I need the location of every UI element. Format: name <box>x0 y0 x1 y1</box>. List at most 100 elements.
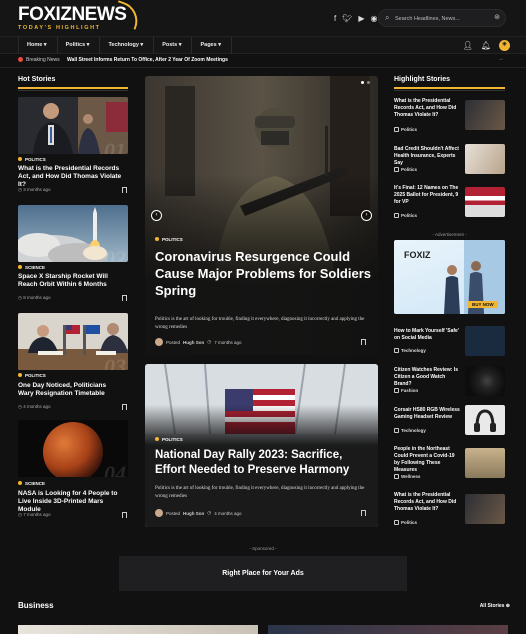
post-date: ◷ 8 months ago <box>18 295 51 300</box>
section-divider <box>18 87 128 89</box>
post-meta: Posted Hugh Son ◷ 4 months ago <box>155 509 241 517</box>
hot-story-image[interactable]: 02 <box>18 205 128 262</box>
advertisement-banner[interactable]: FOXIZ BUY NOW <box>394 240 505 314</box>
hot-story-title[interactable]: What is the Presidential Records Act, an… <box>18 165 123 189</box>
bookmark-icon[interactable] <box>122 404 127 410</box>
post-date: 4 months ago <box>214 510 242 516</box>
category-label[interactable]: Politics <box>394 213 417 218</box>
ticker-next-icon[interactable]: → <box>498 56 504 62</box>
highlight-story-title[interactable]: Citizen Watches Review: Is Citizen a Goo… <box>394 367 460 388</box>
youtube-icon[interactable]: ▶ <box>358 14 364 23</box>
ticker-label: Breaking News <box>18 57 60 63</box>
nav-item-pages[interactable]: Pages ▾ <box>192 37 232 54</box>
section-divider <box>394 90 505 91</box>
highlight-story-thumb[interactable] <box>465 326 505 356</box>
search-input[interactable] <box>395 13 491 24</box>
highlight-story-title[interactable]: People in the Northeast Could Prevent a … <box>394 446 460 474</box>
slider-prev-icon[interactable]: ‹ <box>151 210 162 221</box>
category-label[interactable]: POLITICS <box>155 237 183 242</box>
category-label[interactable]: POLITICS <box>155 437 183 442</box>
post-date: 7 months ago <box>214 339 242 345</box>
post-date: ◷ 7 months ago <box>18 512 51 517</box>
search-box[interactable]: ⌕ ⊛ <box>378 9 506 27</box>
category-label[interactable]: Technology <box>394 348 426 353</box>
site-logo[interactable]: FOXIZNEWS TODAY'S HIGHLIGHT <box>18 0 143 31</box>
highlight-stories-heading: Highlight Stories <box>394 76 450 83</box>
bell-icon[interactable]: 🔔︎ <box>481 41 491 50</box>
avatar <box>155 509 163 517</box>
category-label[interactable]: Politics <box>394 127 417 132</box>
slider-dots[interactable] <box>361 81 370 84</box>
category-label[interactable]: POLITICS <box>18 157 46 162</box>
bookmark-icon[interactable] <box>122 512 127 518</box>
author-name[interactable]: Hugh Son <box>183 511 204 516</box>
nav-item-posts[interactable]: Posts ▾ <box>154 37 193 54</box>
highlight-story-title[interactable]: Bad Credit Shouldn't Affect Health Insur… <box>394 146 460 167</box>
author-name[interactable]: Hugh Son <box>183 340 204 345</box>
dark-mode-toggle-icon[interactable]: ☀ <box>499 40 510 51</box>
category-label[interactable]: SCIENCE <box>18 481 45 486</box>
category-label[interactable]: Politics <box>394 520 417 525</box>
hot-story-number: 02 <box>104 246 126 262</box>
hot-story-title[interactable]: Space X Starship Rocket Will Reach Orbit… <box>18 273 123 289</box>
category-label[interactable]: Politics <box>394 167 417 172</box>
featured-card[interactable]: POLITICS National Day Rally 2023: Sacrif… <box>145 364 378 527</box>
highlight-story-thumb[interactable] <box>465 448 505 478</box>
search-clear-icon[interactable]: ⊛ <box>494 13 500 21</box>
category-label[interactable]: Wellness <box>394 474 420 479</box>
post-date: ◷ 4 months ago <box>18 404 51 409</box>
logo-wordmark: FOXIZNEWS <box>18 4 127 25</box>
all-stories-link[interactable]: All Stories ⊕ <box>480 603 510 609</box>
slider-next-icon[interactable]: › <box>361 210 372 221</box>
nav-item-technology[interactable]: Technology ▾ <box>100 37 155 54</box>
search-icon: ⌕ <box>385 13 390 22</box>
featured-slider[interactable]: ‹ › POLITICS Coronavirus Resurgence Coul… <box>145 76 378 355</box>
category-label[interactable]: SCIENCE <box>18 265 45 270</box>
featured-title[interactable]: National Day Rally 2023: Sacrifice, Effo… <box>155 448 375 478</box>
hot-story-image[interactable]: 03 <box>18 313 128 370</box>
featured-excerpt: Politics is the art of looking for troub… <box>155 486 365 499</box>
ticker-headline[interactable]: Wall Street Informs Return To Office, Af… <box>67 57 228 63</box>
bookmark-icon[interactable] <box>122 187 127 193</box>
nav-item-politics[interactable]: Politics ▾ <box>58 37 101 54</box>
user-icon[interactable]: 👤︎ <box>463 41 473 50</box>
highlight-story-title[interactable]: It's Final: 12 Names on The 2025 Ballot … <box>394 185 460 206</box>
live-dot-icon <box>18 57 23 62</box>
highlight-story-thumb[interactable] <box>465 494 505 524</box>
highlight-story-title[interactable]: Corsair HS80 RGB Wireless Gaming Headset… <box>394 407 460 421</box>
highlight-story-title[interactable]: What is the Presidential Records Act, an… <box>394 98 460 119</box>
category-label[interactable]: Fashion <box>394 388 418 393</box>
breaking-news-ticker: Breaking News Wall Street Informs Return… <box>0 54 526 68</box>
highlight-story-thumb[interactable] <box>465 366 505 396</box>
highlight-story-thumb[interactable] <box>465 405 505 435</box>
buy-now-button[interactable]: BUY NOW <box>468 301 498 308</box>
highlight-story-thumb[interactable] <box>465 187 505 217</box>
category-label[interactable]: POLITICS <box>18 373 46 378</box>
hot-story-title[interactable]: NASA is Looking for 4 People to Live Ins… <box>18 490 123 514</box>
twitter-icon[interactable]: 🐦︎ <box>342 14 352 23</box>
ad-banner[interactable]: Right Place for Your Ads <box>119 556 407 591</box>
advert-brand: FOXIZ <box>404 250 431 260</box>
hot-story-number: 03 <box>104 354 126 370</box>
category-label[interactable]: Technology <box>394 428 426 433</box>
featured-title[interactable]: Coronavirus Resurgence Could Cause Major… <box>155 248 375 299</box>
highlight-story-thumb[interactable] <box>465 144 505 174</box>
hot-story-title[interactable]: One Day Noticed, Politicians Wary Resign… <box>18 382 123 398</box>
sponsored-label: - Sponsored - <box>249 546 277 551</box>
bookmark-icon[interactable] <box>361 510 366 516</box>
highlight-story-thumb[interactable] <box>465 100 505 130</box>
logo-tagline: TODAY'S HIGHLIGHT <box>18 25 101 31</box>
highlight-story-title[interactable]: What is the Presidential Records Act, an… <box>394 492 460 513</box>
bookmark-icon[interactable] <box>122 295 127 301</box>
nav-item-home[interactable]: Home ▾ <box>18 37 58 54</box>
bookmark-icon[interactable] <box>361 339 366 345</box>
business-story-image[interactable] <box>18 625 258 634</box>
avatar <box>155 338 163 346</box>
post-date: ◷ 3 months ago <box>18 187 51 192</box>
rss-icon[interactable]: ◉ <box>371 14 378 23</box>
hot-story-image[interactable]: 01 <box>18 97 128 154</box>
business-story-image[interactable] <box>268 625 508 634</box>
hot-story-image[interactable]: 04 <box>18 420 128 477</box>
highlight-story-title[interactable]: How to Mark Yourself 'Safe' on Social Me… <box>394 328 460 342</box>
facebook-icon[interactable]: f <box>334 14 336 23</box>
